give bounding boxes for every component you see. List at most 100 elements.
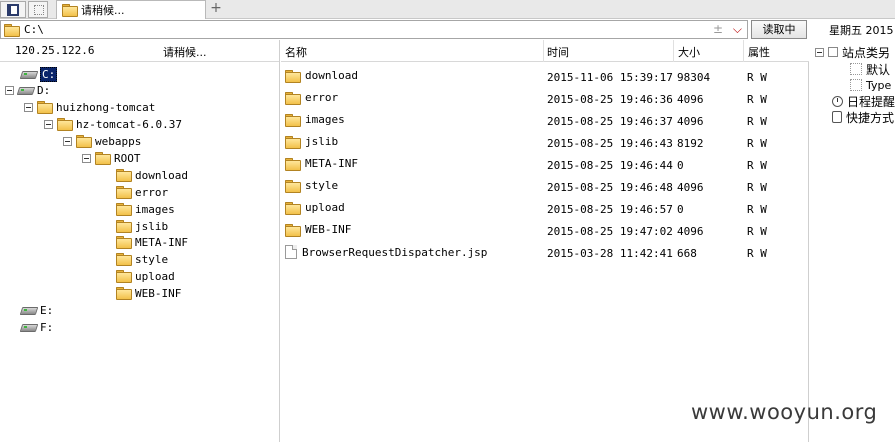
folder-icon bbox=[285, 179, 301, 193]
tab-title: 请稍候... bbox=[81, 4, 125, 17]
file-row[interactable]: images 2015-08-25 19:46:37 4096 R W bbox=[281, 110, 809, 132]
folder-icon bbox=[57, 118, 73, 131]
folder-icon bbox=[62, 4, 78, 17]
category-item-type[interactable]: Type bbox=[850, 77, 891, 93]
column-divider[interactable] bbox=[673, 40, 674, 62]
tree-node-download[interactable]: download bbox=[116, 167, 188, 183]
tree-label: images bbox=[135, 202, 175, 216]
drive-icon bbox=[21, 305, 36, 315]
shortcut-label: 快捷方式 bbox=[846, 110, 895, 125]
tree-node-web-inf[interactable]: WEB-INF bbox=[116, 285, 181, 301]
file-name: jslib bbox=[305, 135, 339, 148]
file-size: 4096 bbox=[677, 93, 704, 106]
file-row[interactable]: error 2015-08-25 19:46:36 4096 R W bbox=[281, 88, 809, 110]
folder-icon bbox=[116, 270, 132, 283]
folder-icon bbox=[37, 101, 53, 114]
file-name: style bbox=[305, 179, 339, 192]
plus-minus-icon[interactable]: ± bbox=[713, 22, 723, 36]
tree-node-e[interactable]: E: bbox=[21, 302, 53, 318]
shortcut-icon bbox=[832, 111, 842, 123]
file-name: WEB-INF bbox=[305, 223, 352, 236]
folder-icon bbox=[116, 203, 132, 216]
collapse-icon[interactable] bbox=[63, 136, 72, 146]
file-size: 4096 bbox=[677, 115, 704, 128]
tree-node-images[interactable]: images bbox=[116, 201, 175, 217]
file-time: 2015-03-28 11:42:41 bbox=[547, 247, 673, 260]
file-size: 668 bbox=[677, 247, 697, 260]
file-row[interactable]: BrowserRequestDispatcher.jsp 2015-03-28 … bbox=[281, 242, 809, 264]
file-row[interactable]: upload 2015-08-25 19:46:57 0 R W bbox=[281, 198, 809, 220]
tree-label: WEB-INF bbox=[135, 286, 182, 300]
tree-label: hz-tomcat-6.0.37 bbox=[76, 117, 182, 131]
watermark: www.wooyun.org bbox=[691, 400, 878, 424]
tab-strip: 请稍候... + bbox=[0, 0, 895, 19]
collapse-icon[interactable] bbox=[82, 153, 91, 163]
tree-node-d[interactable]: D: bbox=[5, 82, 50, 98]
address-bar[interactable]: C:\ ± ⌵ bbox=[0, 20, 748, 39]
folder-icon bbox=[116, 169, 132, 182]
file-row[interactable]: META-INF 2015-08-25 19:46:44 0 R W bbox=[281, 154, 809, 176]
file-row[interactable]: download 2015-11-06 15:39:17 98304 R W bbox=[281, 66, 809, 88]
site-category-node[interactable]: 站点类另 bbox=[815, 44, 890, 60]
column-header-size[interactable]: 大小 bbox=[678, 44, 700, 60]
folder-icon bbox=[285, 113, 301, 127]
file-name: META-INF bbox=[305, 157, 358, 170]
category-item-label: 默认 bbox=[866, 62, 891, 77]
frame-icon-button[interactable] bbox=[28, 1, 48, 18]
file-row[interactable]: jslib 2015-08-25 19:46:43 8192 R W bbox=[281, 132, 809, 154]
tree-node-c[interactable]: C: bbox=[21, 66, 58, 82]
collapse-icon[interactable] bbox=[44, 119, 53, 129]
tree-node-error[interactable]: error bbox=[116, 184, 168, 200]
read-button[interactable]: 读取中 bbox=[751, 20, 807, 39]
column-header-name[interactable]: 名称 bbox=[285, 44, 307, 60]
file-name: upload bbox=[305, 201, 345, 214]
tree-node-hz-tomcat[interactable]: hz-tomcat-6.0.37 bbox=[44, 116, 182, 132]
chevron-down-icon[interactable]: ⌵ bbox=[733, 22, 742, 37]
file-size: 4096 bbox=[677, 225, 704, 238]
schedule-reminder-node[interactable]: 日程提醒 bbox=[832, 93, 895, 109]
column-divider[interactable] bbox=[543, 40, 544, 62]
category-box-icon bbox=[828, 47, 838, 57]
drive-icon bbox=[21, 322, 36, 332]
day-label: 星期五 2015 bbox=[829, 24, 894, 37]
tree-header: 120.25.122.6 请稍候... bbox=[0, 40, 279, 62]
tree-node-webapps[interactable]: webapps bbox=[63, 133, 141, 149]
file-size: 98304 bbox=[677, 71, 711, 84]
tree-label: ROOT bbox=[114, 151, 141, 165]
file-row[interactable]: WEB-INF 2015-08-25 19:47:02 4096 R W bbox=[281, 220, 809, 242]
tree-node-style[interactable]: style bbox=[116, 251, 168, 267]
tree-label: META-INF bbox=[135, 235, 188, 249]
tree-node-meta-inf[interactable]: META-INF bbox=[116, 234, 188, 250]
address-path: C:\ bbox=[24, 23, 44, 36]
file-size: 8192 bbox=[677, 137, 704, 150]
tree-label: huizhong-tomcat bbox=[56, 100, 156, 114]
tab-active[interactable]: 请稍候... bbox=[56, 0, 206, 19]
file-attr: R W bbox=[747, 159, 767, 172]
tree-label: download bbox=[135, 168, 188, 182]
shortcut-node[interactable]: 快捷方式 bbox=[832, 109, 894, 125]
tree-node-root[interactable]: ROOT bbox=[82, 150, 141, 166]
tree-node-jslib[interactable]: jslib bbox=[116, 218, 168, 234]
new-tab-button[interactable]: + bbox=[209, 0, 223, 19]
file-list-header: 名称 时间 大小 属性 bbox=[281, 40, 809, 62]
tree-node-upload[interactable]: upload bbox=[116, 268, 175, 284]
category-item-default[interactable]: 默认 bbox=[850, 61, 890, 77]
tree-node-f[interactable]: F: bbox=[21, 319, 53, 335]
column-divider[interactable] bbox=[743, 40, 744, 62]
collapse-icon[interactable] bbox=[815, 47, 824, 57]
folder-icon bbox=[76, 135, 92, 148]
folder-icon bbox=[4, 23, 20, 37]
column-header-attr[interactable]: 属性 bbox=[748, 44, 770, 60]
site-category-pane: 站点类另 默认 Type 日程提醒 快捷方式 bbox=[810, 40, 895, 442]
tree-node-huizhong-tomcat[interactable]: huizhong-tomcat bbox=[24, 99, 155, 115]
file-row[interactable]: style 2015-08-25 19:46:48 4096 R W bbox=[281, 176, 809, 198]
tree-label: E: bbox=[40, 303, 54, 317]
file-time: 2015-11-06 15:39:17 bbox=[547, 71, 673, 84]
collapse-icon[interactable] bbox=[24, 102, 33, 112]
document-icon bbox=[7, 4, 19, 16]
collapse-icon[interactable] bbox=[5, 85, 14, 95]
tree-label: C: bbox=[40, 66, 58, 82]
document-icon-button[interactable] bbox=[0, 1, 26, 18]
column-header-time[interactable]: 时间 bbox=[547, 44, 569, 60]
file-time: 2015-08-25 19:46:44 bbox=[547, 159, 673, 172]
